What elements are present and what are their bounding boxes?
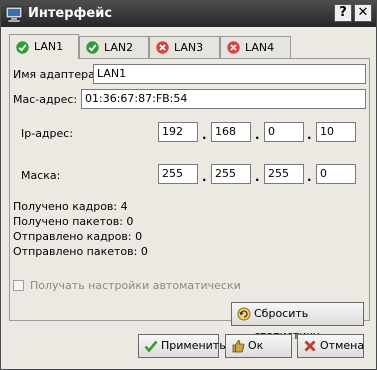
tab-label: LAN1 [34, 40, 64, 53]
adapter-name-field[interactable]: LAN1 [93, 64, 366, 84]
ip-address-label: Ip-адрес: [21, 127, 74, 140]
mask-label: Маска: [21, 169, 61, 182]
packets-received-text: Получено пакетов: 0 [13, 215, 134, 228]
ip-octet-4[interactable]: 10 [316, 122, 356, 142]
title-bar[interactable]: Интерфейс ? ✕ [1, 1, 376, 27]
mask-separator: . [255, 170, 260, 184]
tab-lan4[interactable]: LAN4 [220, 36, 291, 58]
thumbs-up-icon [232, 340, 245, 353]
apply-label: Применить [161, 339, 226, 352]
ip-octet-3[interactable]: 0 [264, 122, 304, 142]
tab-lan2[interactable]: LAN2 [79, 36, 149, 58]
tab-lan3[interactable]: LAN3 [149, 36, 220, 58]
cancel-button[interactable]: Отмена [297, 334, 364, 358]
frames-received-text: Получено кадров: 4 [13, 200, 128, 213]
ip-separator: . [202, 128, 207, 142]
mask-octet-1[interactable]: 255 [158, 164, 198, 184]
tab-label: LAN2 [104, 41, 134, 54]
error-status-icon [227, 41, 240, 54]
mask-octet-2[interactable]: 255 [211, 164, 251, 184]
cancel-x-icon [304, 340, 316, 352]
mask-octet-3[interactable]: 255 [264, 164, 304, 184]
interface-dialog: Интерфейс ? ✕ LAN1 LAN2 LAN3 LAN4 Имя ад… [0, 0, 377, 370]
help-button[interactable]: ? [334, 4, 352, 22]
check-status-icon [86, 41, 99, 54]
check-status-icon [16, 41, 29, 54]
mask-octet-4[interactable]: 0 [316, 164, 356, 184]
ok-button[interactable]: Ок [225, 334, 292, 358]
close-button[interactable]: ✕ [354, 4, 372, 22]
computer-icon [5, 6, 23, 23]
reset-statistics-button[interactable]: Сбросить статистику [231, 302, 364, 342]
apply-button[interactable]: Применить [138, 334, 226, 358]
tab-label: LAN3 [174, 41, 204, 54]
cancel-label: Отмена [320, 339, 365, 352]
tab-label: LAN4 [245, 41, 275, 54]
adapter-name-label: Имя адаптера: [13, 68, 99, 81]
auto-settings-checkbox[interactable] [13, 280, 24, 291]
mac-address-label: Mac-адрес: [13, 93, 78, 106]
frames-sent-text: Отправлено кадров: 0 [13, 230, 143, 243]
tab-lan1[interactable]: LAN1 [9, 34, 79, 59]
auto-settings-label: Получать настройки автоматически [30, 279, 241, 292]
packets-sent-text: Отправлено пакетов: 0 [13, 245, 148, 258]
ip-octet-2[interactable]: 168 [211, 122, 251, 142]
checkmark-icon [144, 340, 158, 353]
ip-octet-1[interactable]: 192 [158, 122, 198, 142]
error-status-icon [156, 41, 169, 54]
ip-separator: . [307, 128, 312, 142]
mac-address-field[interactable]: 01:36:67:87:FB:54 [81, 89, 366, 109]
ok-label: Ок [248, 339, 264, 352]
mask-separator: . [307, 170, 312, 184]
mask-separator: . [202, 170, 207, 184]
refresh-icon [237, 307, 251, 321]
window-title: Интерфейс [28, 6, 113, 21]
ip-separator: . [255, 128, 260, 142]
